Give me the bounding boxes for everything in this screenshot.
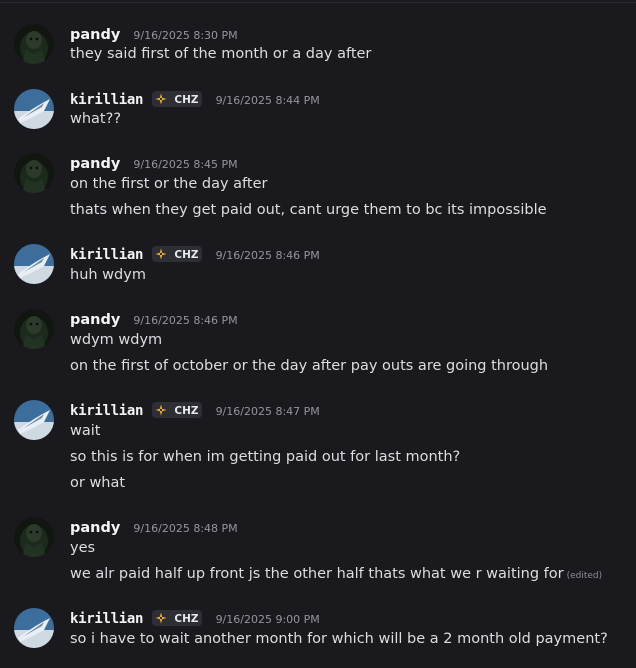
- dark-green-figure-avatar-icon: [14, 24, 54, 64]
- message-text: we alr paid half up front js the other h…: [70, 566, 564, 582]
- sky-blue-bird-avatar-icon: [14, 400, 54, 440]
- message-header: kirillian CHZ 9/16/2025 9:00 PM: [70, 608, 320, 630]
- timestamp[interactable]: 9/16/2025 8:44 PM: [216, 90, 320, 112]
- server-tag[interactable]: CHZ: [152, 91, 203, 107]
- message-header: kirillian CHZ 9/16/2025 8:44 PM: [70, 89, 320, 111]
- message-line: we alr paid half up front js the other h…: [70, 564, 602, 586]
- message-line: yes: [70, 540, 96, 556]
- avatar[interactable]: [14, 608, 54, 648]
- avatar[interactable]: [14, 153, 54, 193]
- message-line: what??: [70, 111, 122, 127]
- dark-green-figure-avatar-icon: [14, 309, 54, 349]
- message-line: wait: [70, 423, 101, 439]
- username[interactable]: pandy: [70, 153, 120, 175]
- tag-label: CHZ: [174, 248, 199, 261]
- timestamp[interactable]: 9/16/2025 8:47 PM: [216, 401, 320, 423]
- avatar[interactable]: [14, 400, 54, 440]
- tag-label: CHZ: [174, 612, 199, 625]
- sky-blue-bird-avatar-icon: [14, 244, 54, 284]
- message-line: thats when they get paid out, cant urge …: [70, 202, 547, 218]
- diamond-sparkle-icon: [155, 248, 167, 259]
- tag-label: CHZ: [174, 93, 199, 106]
- chat-messages-area: pandy 9/16/2025 8:30 PM they said first …: [0, 0, 636, 668]
- message-line: on the first of october or the day after…: [70, 358, 549, 374]
- username[interactable]: kirillian: [70, 244, 143, 266]
- username[interactable]: kirillian: [70, 400, 143, 422]
- username[interactable]: pandy: [70, 309, 120, 331]
- message-line: they said first of the month or a day af…: [70, 46, 372, 62]
- avatar[interactable]: [14, 517, 54, 557]
- diamond-sparkle-icon: [155, 404, 167, 415]
- message-line: so this is for when im getting paid out …: [70, 449, 461, 465]
- username[interactable]: pandy: [70, 24, 120, 46]
- edited-marker[interactable]: (edited): [567, 571, 603, 581]
- timestamp[interactable]: 9/16/2025 8:48 PM: [133, 518, 237, 540]
- message-line: so i have to wait another month for whic…: [70, 631, 608, 647]
- timestamp[interactable]: 9/16/2025 8:46 PM: [216, 245, 320, 267]
- message-header: kirillian CHZ 9/16/2025 8:46 PM: [70, 244, 320, 266]
- username[interactable]: kirillian: [70, 89, 143, 111]
- avatar[interactable]: [14, 89, 54, 129]
- username[interactable]: pandy: [70, 517, 120, 539]
- message-line: or what: [70, 475, 126, 491]
- avatar[interactable]: [14, 244, 54, 284]
- message-line: on the first or the day after: [70, 176, 268, 192]
- sky-blue-bird-avatar-icon: [14, 608, 54, 648]
- diamond-sparkle-icon: [155, 612, 167, 623]
- tag-label: CHZ: [174, 404, 199, 417]
- message-line: wdym wdym: [70, 332, 163, 348]
- timestamp[interactable]: 9/16/2025 9:00 PM: [216, 609, 320, 631]
- avatar[interactable]: [14, 309, 54, 349]
- message-header: kirillian CHZ 9/16/2025 8:47 PM: [70, 400, 320, 422]
- diamond-sparkle-icon: [155, 93, 167, 104]
- timestamp[interactable]: 9/16/2025 8:45 PM: [133, 154, 237, 176]
- message-header: pandy 9/16/2025 8:45 PM: [70, 153, 238, 175]
- server-tag[interactable]: CHZ: [152, 402, 203, 418]
- username[interactable]: kirillian: [70, 608, 143, 630]
- message-header: pandy 9/16/2025 8:46 PM: [70, 309, 238, 331]
- server-tag[interactable]: CHZ: [152, 246, 203, 262]
- message-header: pandy 9/16/2025 8:30 PM: [70, 24, 238, 46]
- timestamp[interactable]: 9/16/2025 8:46 PM: [133, 310, 237, 332]
- server-tag[interactable]: CHZ: [152, 610, 203, 626]
- avatar[interactable]: [14, 24, 54, 64]
- message-header: pandy 9/16/2025 8:48 PM: [70, 517, 238, 539]
- dark-green-figure-avatar-icon: [14, 517, 54, 557]
- dark-green-figure-avatar-icon: [14, 153, 54, 193]
- message-line: huh wdym: [70, 267, 146, 283]
- sky-blue-bird-avatar-icon: [14, 89, 54, 129]
